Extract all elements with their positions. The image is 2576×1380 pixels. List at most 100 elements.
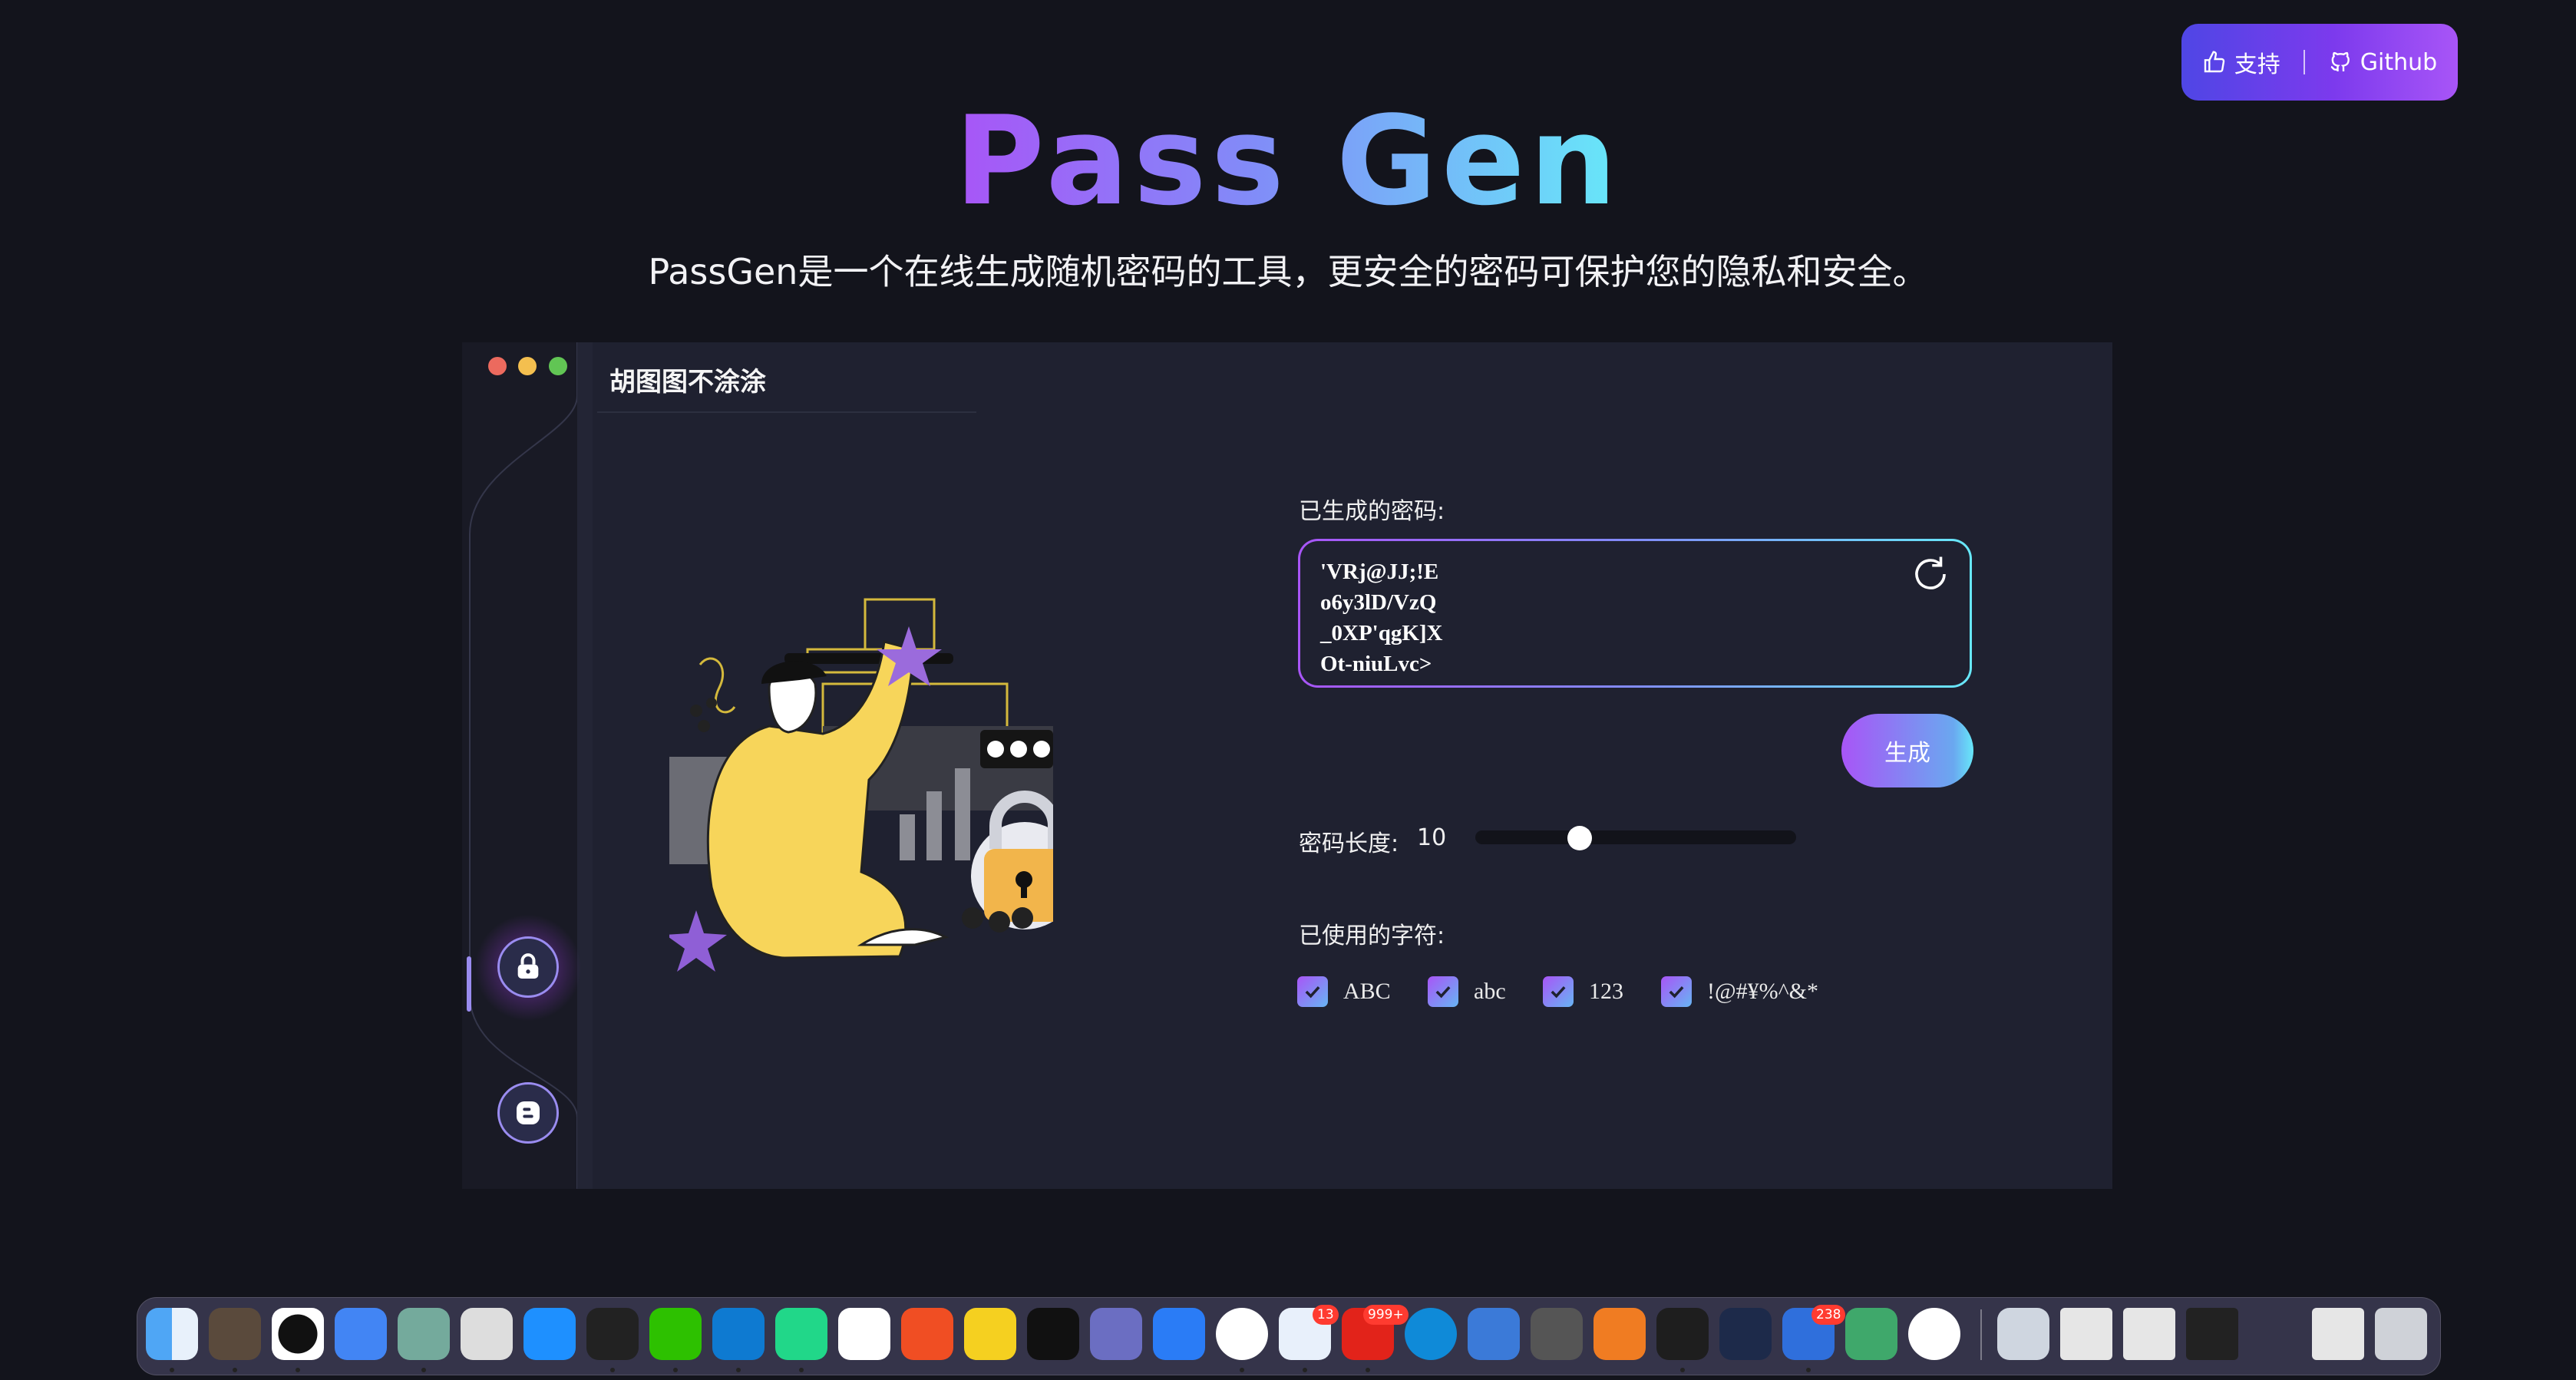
running-indicator [1303, 1368, 1307, 1372]
running-indicator [1806, 1368, 1811, 1372]
openvpn-icon[interactable] [1908, 1308, 1960, 1360]
archive-app-icon[interactable] [1090, 1308, 1142, 1360]
uppercase-label: ABC [1343, 979, 1391, 1004]
trash-icon[interactable] [2375, 1308, 2427, 1360]
edge-icon[interactable] [1405, 1308, 1457, 1360]
terminal-prompt-icon[interactable] [1027, 1308, 1079, 1360]
page-title: Pass Gen [954, 89, 1622, 233]
divider [2303, 50, 2305, 74]
length-slider-thumb[interactable] [1567, 826, 1592, 850]
pycharm-icon[interactable] [775, 1308, 827, 1360]
music-app-icon[interactable] [964, 1308, 1016, 1360]
calculator-icon[interactable] [1531, 1308, 1583, 1360]
github-icon [2330, 51, 2350, 71]
running-indicator [421, 1368, 426, 1372]
chatgpt-icon[interactable] [398, 1308, 450, 1360]
photo-app-icon[interactable] [209, 1308, 261, 1360]
running-indicator [673, 1368, 678, 1372]
app-window: 胡图图不涂涂 已生成的密码: 'VRj@JJ;!E o6y3lD/VzQ _0X… [462, 342, 2112, 1189]
github-mark-icon [278, 1314, 318, 1354]
safari-icon[interactable] [523, 1308, 576, 1360]
thumbs-up-icon [2204, 51, 2224, 73]
support-label: 支持 [2234, 51, 2280, 78]
window-thumbnail-icon[interactable] [2123, 1308, 2175, 1360]
dock-divider [1980, 1309, 1982, 1360]
uppercase-checkbox[interactable] [1297, 976, 1328, 1007]
running-indicator [1240, 1368, 1244, 1372]
vscode-icon[interactable] [712, 1308, 765, 1360]
github-label: Github [2360, 48, 2438, 76]
symbols-checkbox[interactable] [1661, 976, 1692, 1007]
generate-button[interactable]: 生成 [1841, 714, 1973, 787]
minimized-app-icon[interactable] [2249, 1308, 2301, 1360]
wechat-icon[interactable] [649, 1308, 702, 1360]
security-illustration [669, 598, 1053, 972]
postman-icon[interactable] [1593, 1308, 1646, 1360]
blog-icon [517, 1101, 540, 1124]
chrome-icon[interactable] [1216, 1308, 1268, 1360]
window-zoom-dot[interactable] [549, 357, 567, 375]
used-characters-label: 已使用的字符: [1299, 923, 1445, 949]
nav-blog-button[interactable] [497, 1082, 559, 1144]
terminal-window-icon[interactable] [2186, 1308, 2238, 1360]
launchpad-icon[interactable] [461, 1308, 513, 1360]
running-indicator [1680, 1368, 1685, 1372]
google-translate-icon[interactable] [335, 1308, 387, 1360]
password-line: Ot-niuLvc> [1320, 652, 1432, 676]
password-line: 'VRj@JJ;!E [1320, 560, 1439, 584]
digits-label: 123 [1589, 979, 1623, 1004]
figma-icon[interactable] [1656, 1308, 1709, 1360]
downloads-folder-icon[interactable] [1997, 1308, 2049, 1360]
symbols-label: !@#¥%^&* [1707, 979, 1819, 1004]
lowercase-label: abc [1474, 979, 1506, 1004]
github-button[interactable]: Github [2328, 49, 2437, 76]
sidebar-curve [469, 342, 593, 1189]
password-line: o6y3lD/VzQ [1320, 590, 1437, 615]
password-length-value: 10 [1417, 824, 1447, 851]
netease-badge: 999+ [1363, 1305, 1409, 1325]
running-indicator [296, 1368, 300, 1372]
check-icon [1435, 985, 1451, 999]
activity-monitor-icon[interactable] [586, 1308, 639, 1360]
page-subtitle: PassGen是一个在线生成随机密码的工具，更安全的密码可保护您的隐私和安全。 [648, 251, 1928, 292]
finder-icon[interactable] [146, 1308, 198, 1360]
running-indicator [170, 1368, 174, 1372]
nav-password-button[interactable] [497, 936, 559, 998]
listen-app-icon[interactable] [901, 1308, 953, 1360]
running-indicator [736, 1368, 741, 1372]
password-line: _0XP'qgK]X [1320, 621, 1443, 645]
running-indicator [799, 1368, 804, 1372]
support-button[interactable]: 支持 [2202, 45, 2280, 79]
running-indicator [233, 1368, 237, 1372]
keychain-icon[interactable] [1468, 1308, 1520, 1360]
window-thumbnail-icon[interactable] [2060, 1308, 2112, 1360]
digits-checkbox[interactable] [1543, 976, 1574, 1007]
window-minimize-dot[interactable] [518, 357, 537, 375]
running-indicator [610, 1368, 615, 1372]
messages-badge: 13 [1313, 1305, 1339, 1325]
feishu-icon[interactable] [1153, 1308, 1205, 1360]
password-length-label: 密码长度: [1299, 830, 1399, 857]
length-slider-track[interactable] [1475, 830, 1796, 844]
sidebar [462, 342, 593, 1189]
generated-password-label: 已生成的密码: [1299, 498, 1445, 525]
check-icon [1669, 985, 1684, 999]
password-output[interactable]: 'VRj@JJ;!E o6y3lD/VzQ _0XP'qgK]X Ot-niuL… [1298, 539, 1972, 688]
window-close-dot[interactable] [488, 357, 507, 375]
document-window-icon[interactable] [2312, 1308, 2364, 1360]
active-nav-indicator [467, 956, 471, 1012]
running-indicator [1366, 1368, 1370, 1372]
mail-badge: 238 [1811, 1305, 1846, 1325]
notion-icon[interactable] [838, 1308, 890, 1360]
lowercase-checkbox[interactable] [1428, 976, 1458, 1007]
refresh-icon[interactable] [1910, 553, 1951, 595]
header-divider [597, 411, 976, 413]
send-app-icon[interactable] [1719, 1308, 1772, 1360]
check-icon [1305, 985, 1320, 999]
stack-app-icon[interactable] [1845, 1308, 1897, 1360]
lock-icon [517, 953, 539, 979]
password-output-inner: 'VRj@JJ;!E o6y3lD/VzQ _0XP'qgK]X Ot-niuL… [1300, 541, 1970, 685]
app-name: 胡图图不涂涂 [609, 367, 766, 398]
github-desktop-icon[interactable] [272, 1308, 324, 1360]
check-icon [1551, 985, 1566, 999]
